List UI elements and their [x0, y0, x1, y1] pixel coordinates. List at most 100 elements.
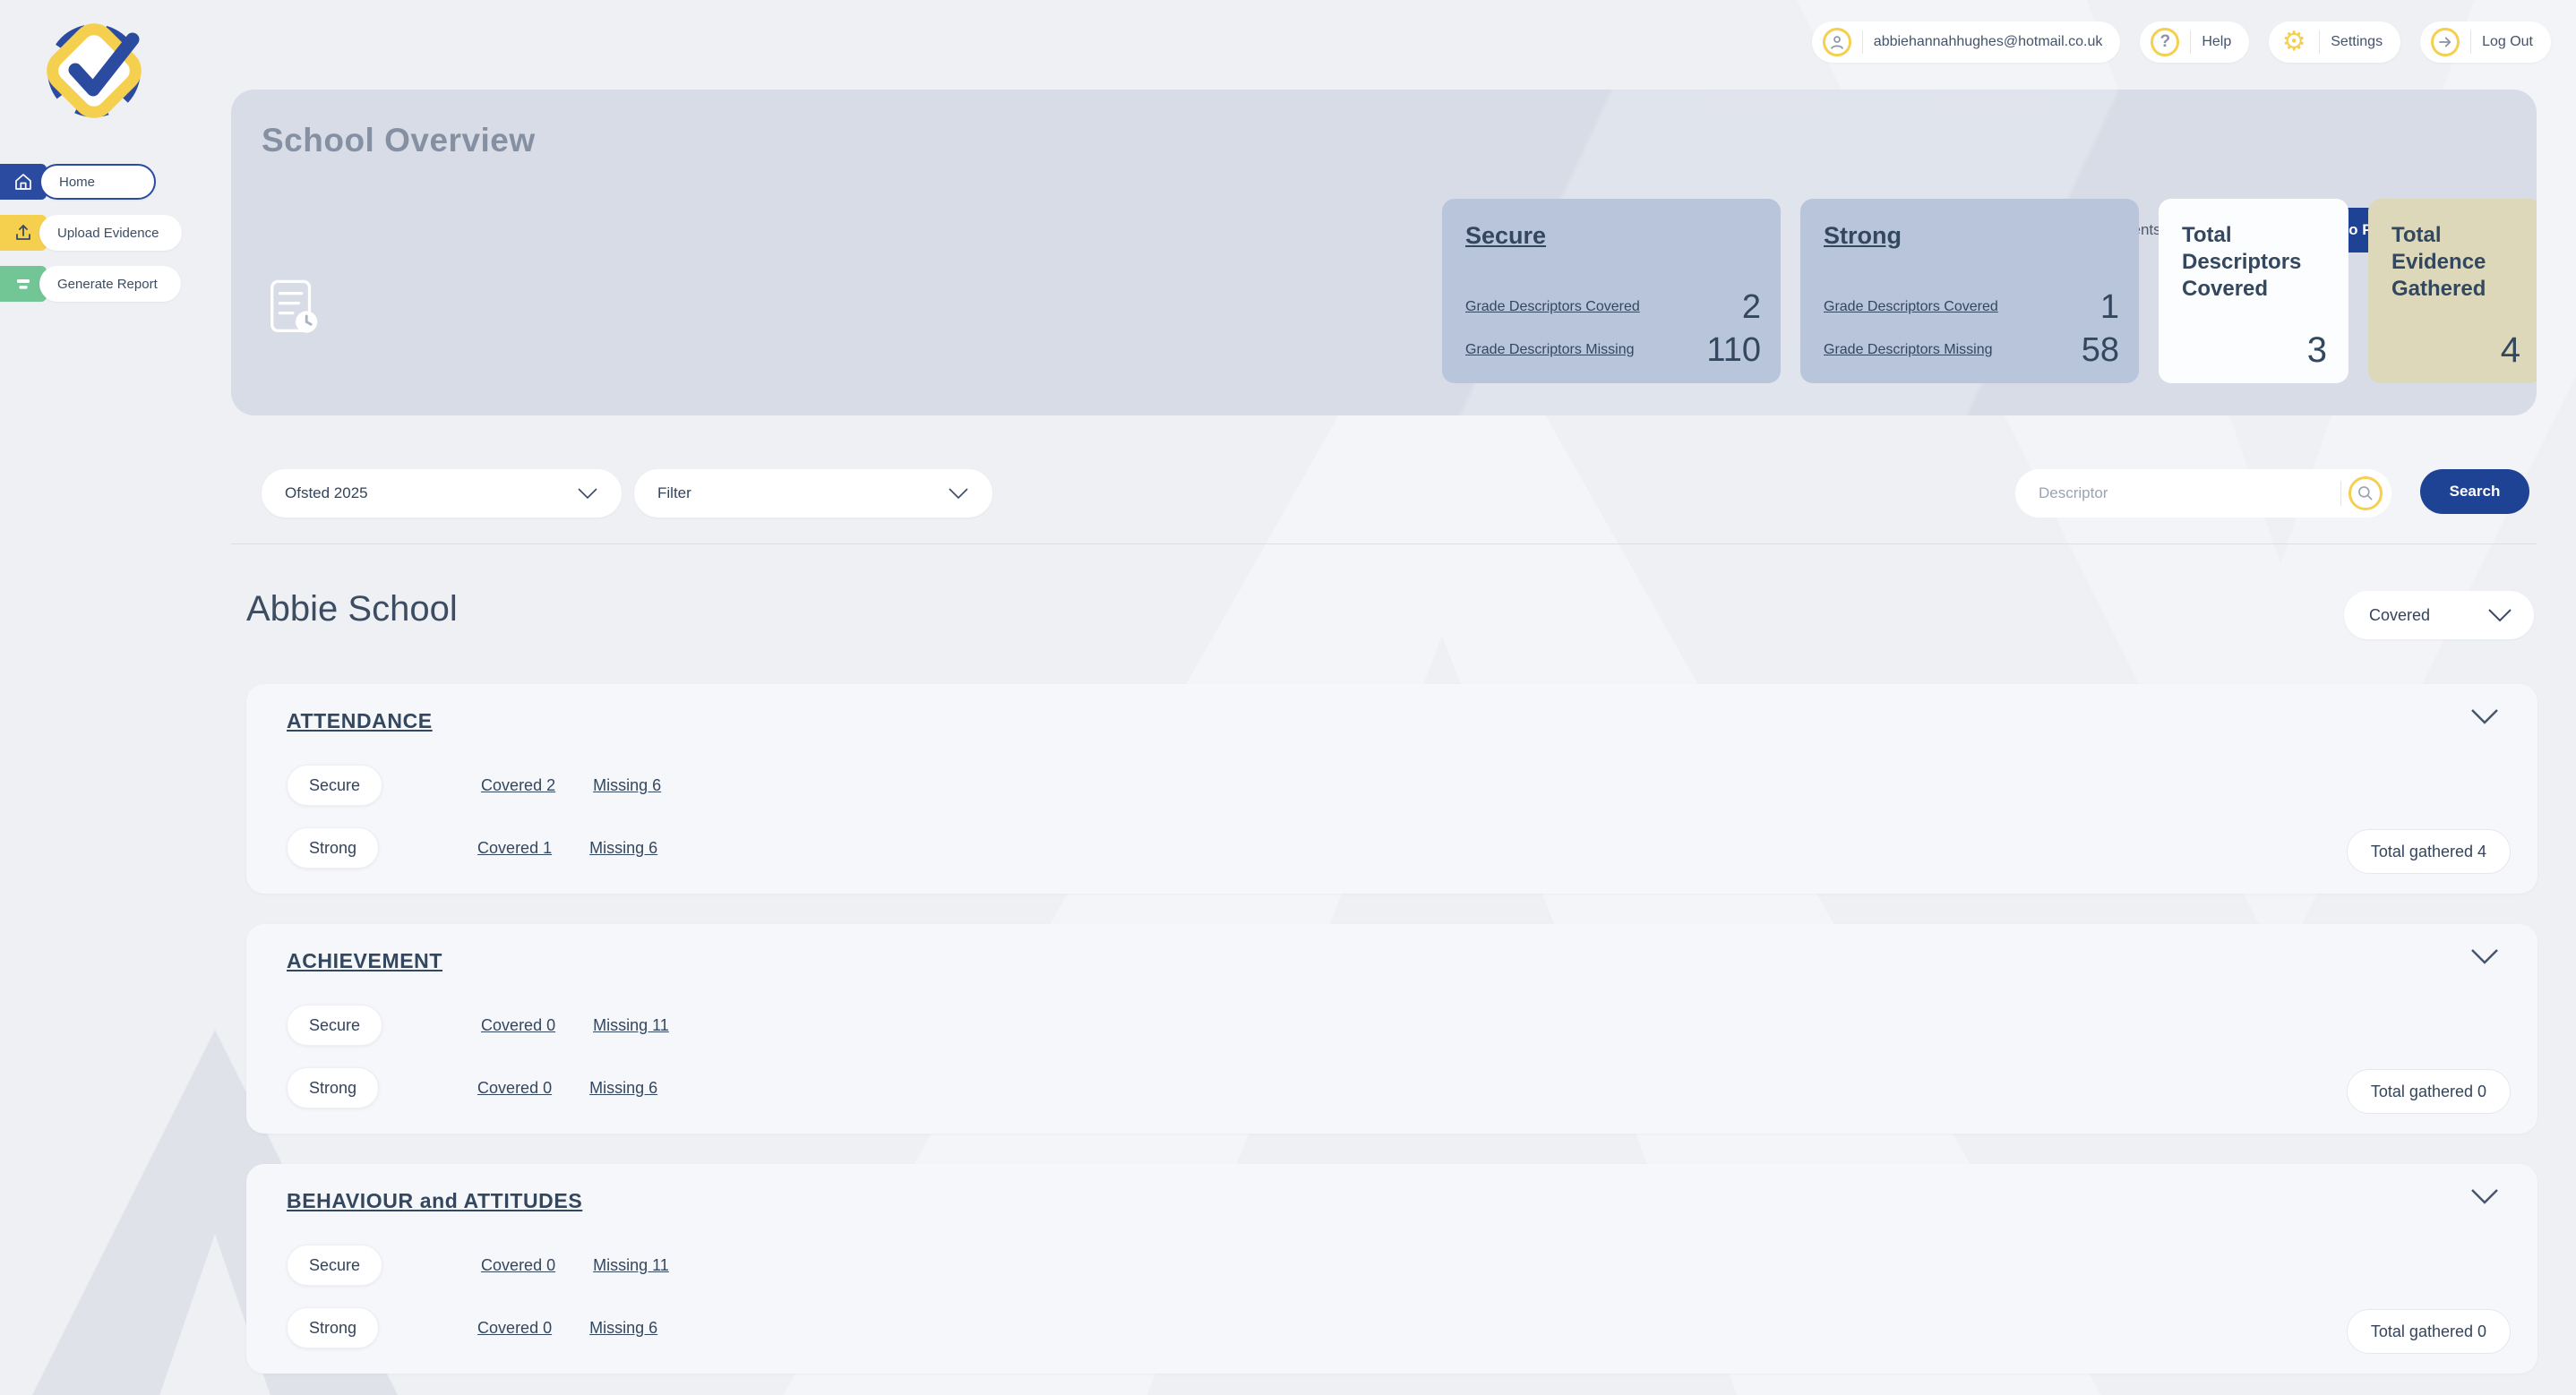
covered-link[interactable]: Covered 2	[481, 776, 555, 795]
help-button[interactable]: ? Help	[2140, 21, 2249, 63]
total-gathered-badge: Total gathered 0	[2347, 1309, 2511, 1354]
strong-badge: Strong	[287, 1307, 379, 1348]
covered-link[interactable]: Covered 1	[477, 839, 552, 858]
search-button[interactable]: Search	[2420, 469, 2529, 514]
total-evidence-value: 4	[2501, 330, 2520, 371]
strong-grade-row: Strong Covered 0 Missing 6	[287, 1307, 657, 1348]
pill-divider	[2470, 30, 2471, 54]
pill-divider	[2319, 30, 2320, 54]
section-card-behaviour-attitudes: BEHAVIOUR and ATTITUDES Secure Covered 0…	[246, 1164, 2537, 1374]
secure-card-title[interactable]: Secure	[1465, 222, 1757, 250]
filter-dropdown-value: Filter	[657, 484, 691, 502]
missing-link[interactable]: Missing 6	[589, 839, 657, 858]
grade-descriptors-missing-link[interactable]: Grade Descriptors Missing	[1824, 342, 1993, 358]
account-email: abbiehannahhughes@hotmail.co.uk	[1874, 34, 2103, 50]
section-title[interactable]: ACHIEVEMENT	[287, 949, 442, 973]
pill-divider	[2340, 481, 2341, 506]
framework-dropdown-value: Ofsted 2025	[285, 484, 368, 502]
grade-descriptors-missing-value: 110	[1706, 333, 1761, 367]
total-evidence-gathered-card: Total Evidence Gathered 4	[2368, 199, 2537, 383]
total-descriptors-value: 3	[2307, 330, 2327, 371]
section-title[interactable]: ATTENDANCE	[287, 709, 433, 733]
secure-badge: Secure	[287, 1005, 382, 1046]
stat-row: Grade Descriptors Missing 58	[1824, 333, 2119, 367]
secure-badge: Secure	[287, 1245, 382, 1286]
framework-dropdown[interactable]: Ofsted 2025	[262, 469, 622, 518]
stat-row: Grade Descriptors Covered 2	[1465, 290, 1761, 324]
covered-link[interactable]: Covered 0	[481, 1256, 555, 1275]
covered-dropdown[interactable]: Covered	[2344, 591, 2534, 639]
descriptor-search-input[interactable]	[2039, 484, 2340, 502]
logout-label: Log Out	[2482, 34, 2533, 50]
grade-descriptors-covered-link[interactable]: Grade Descriptors Covered	[1824, 299, 1998, 315]
strong-stat-card: Strong Grade Descriptors Covered 1 Grade…	[1800, 199, 2139, 383]
search-icon[interactable]	[2348, 476, 2383, 510]
school-name: Abbie School	[246, 589, 458, 629]
sidebar-item-label: Generate Report	[39, 266, 181, 302]
strong-card-title[interactable]: Strong	[1824, 222, 2116, 250]
account-email-pill[interactable]: abbiehannahhughes@hotmail.co.uk	[1812, 21, 2121, 63]
missing-link[interactable]: Missing 11	[593, 1256, 669, 1275]
strong-badge: Strong	[287, 1067, 379, 1108]
settings-button[interactable]: ⚙ Settings	[2269, 21, 2400, 63]
total-descriptors-covered-card: Total Descriptors Covered 3	[2159, 199, 2348, 383]
section-card-attendance: ATTENDANCE Secure Covered 2 Missing 6 St…	[246, 684, 2537, 894]
expand-chevron-icon[interactable]	[2469, 1187, 2500, 1205]
section-card-achievement: ACHIEVEMENT Secure Covered 0 Missing 11 …	[246, 924, 2537, 1134]
sidebar-item-label: Upload Evidence	[39, 215, 182, 251]
help-icon: ?	[2151, 28, 2179, 56]
strong-badge: Strong	[287, 827, 379, 869]
sidebar-item-upload-evidence[interactable]: Upload Evidence	[0, 215, 182, 251]
covered-link[interactable]: Covered 0	[481, 1016, 555, 1035]
covered-dropdown-value: Covered	[2369, 606, 2430, 625]
strong-grade-row: Strong Covered 0 Missing 6	[287, 1067, 657, 1108]
missing-link[interactable]: Missing 6	[593, 776, 661, 795]
school-row: Abbie School Covered	[246, 584, 2537, 638]
missing-link[interactable]: Missing 11	[593, 1016, 669, 1035]
section-title[interactable]: BEHAVIOUR and ATTITUDES	[287, 1189, 582, 1213]
secure-badge: Secure	[287, 765, 382, 806]
filter-dropdown[interactable]: Filter	[634, 469, 992, 518]
logout-button[interactable]: Log Out	[2420, 21, 2551, 63]
secure-stat-card: Secure Grade Descriptors Covered 2 Grade…	[1442, 199, 1781, 383]
stat-row: Grade Descriptors Covered 1	[1824, 290, 2119, 324]
help-label: Help	[2202, 34, 2231, 50]
page-title: School Overview	[262, 122, 536, 159]
sidebar-nav: Home Upload Evidence Generate Report	[0, 164, 182, 302]
pill-divider	[1862, 30, 1863, 54]
secure-grade-row: Secure Covered 2 Missing 6	[287, 765, 661, 806]
settings-label: Settings	[2331, 34, 2383, 50]
document-clock-icon	[265, 278, 324, 337]
grade-descriptors-covered-value: 1	[2100, 290, 2119, 324]
strong-grade-row: Strong Covered 1 Missing 6	[287, 827, 657, 869]
chevron-down-icon	[948, 487, 969, 500]
section-divider	[231, 543, 2537, 544]
user-icon	[1823, 28, 1851, 56]
grade-descriptors-missing-link[interactable]: Grade Descriptors Missing	[1465, 342, 1635, 358]
top-bar: abbiehannahhughes@hotmail.co.uk ? Help ⚙…	[1812, 21, 2551, 63]
total-gathered-badge: Total gathered 4	[2347, 829, 2511, 874]
expand-chevron-icon[interactable]	[2469, 947, 2500, 965]
total-gathered-badge: Total gathered 0	[2347, 1069, 2511, 1114]
chevron-down-icon	[2487, 608, 2512, 622]
stat-cards: Secure Grade Descriptors Covered 2 Grade…	[1442, 199, 2537, 383]
covered-link[interactable]: Covered 0	[477, 1079, 552, 1098]
missing-link[interactable]: Missing 6	[589, 1079, 657, 1098]
grade-descriptors-covered-link[interactable]: Grade Descriptors Covered	[1465, 299, 1640, 315]
missing-link[interactable]: Missing 6	[589, 1319, 657, 1338]
expand-chevron-icon[interactable]	[2469, 707, 2500, 725]
sidebar-item-label: Home	[39, 164, 156, 200]
total-evidence-title: Total Evidence Gathered	[2391, 222, 2519, 303]
covered-link[interactable]: Covered 0	[477, 1319, 552, 1338]
sidebar-item-home[interactable]: Home	[0, 164, 182, 200]
stat-row: Grade Descriptors Missing 110	[1465, 333, 1761, 367]
sidebar-item-generate-report[interactable]: Generate Report	[0, 266, 182, 302]
total-descriptors-title: Total Descriptors Covered	[2182, 222, 2325, 303]
page: abbiehannahhughes@hotmail.co.uk ? Help ⚙…	[0, 0, 2576, 1395]
descriptor-search-field	[2015, 469, 2391, 518]
grade-descriptors-covered-value: 2	[1742, 290, 1761, 324]
chevron-down-icon	[577, 487, 598, 500]
app-logo[interactable]	[41, 14, 150, 124]
logout-arrow-icon	[2431, 28, 2460, 56]
secure-grade-row: Secure Covered 0 Missing 11	[287, 1245, 669, 1286]
